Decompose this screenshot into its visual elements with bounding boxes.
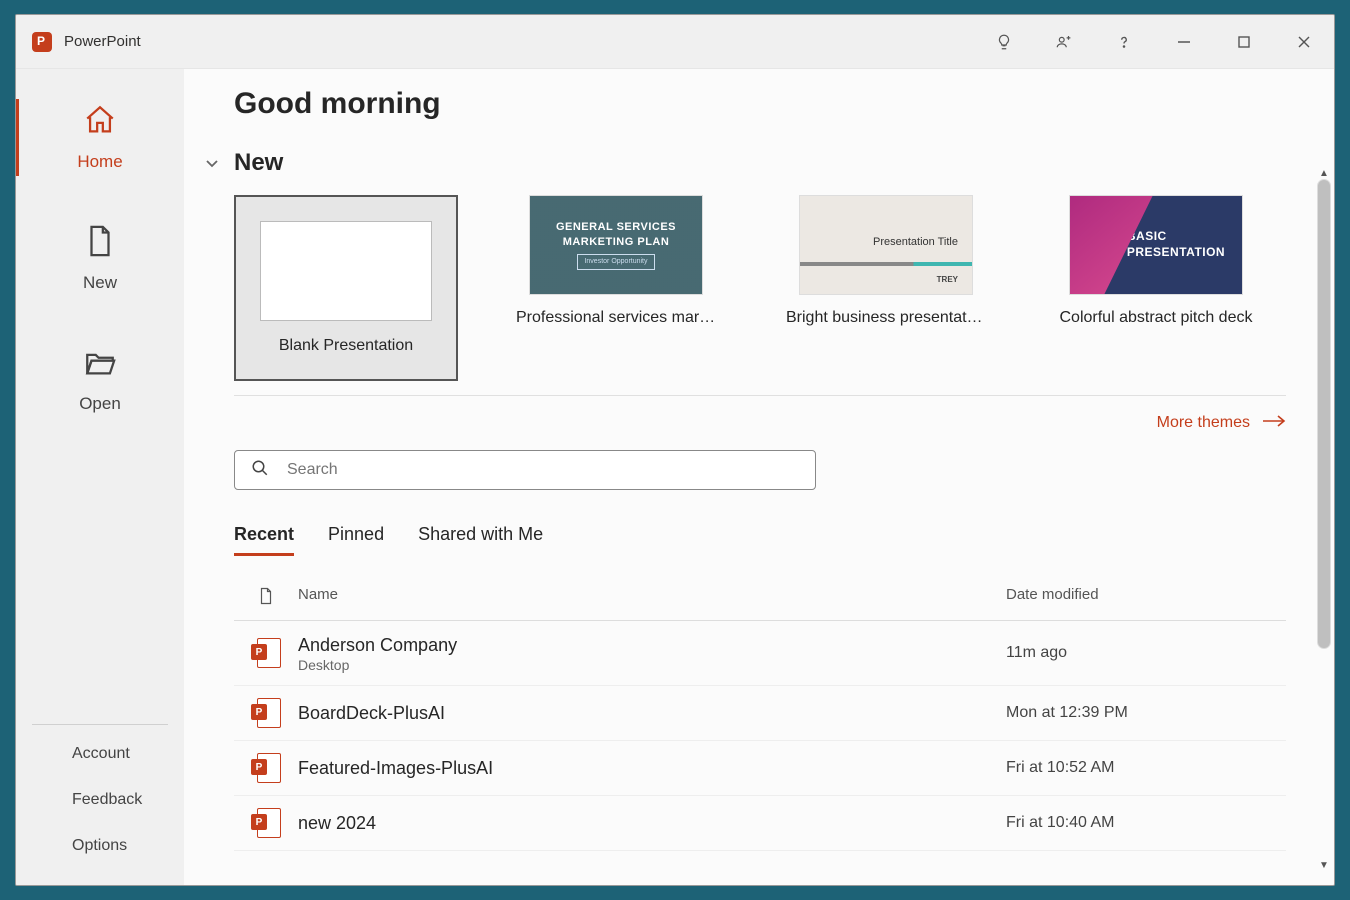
file-name: new 2024 <box>298 811 1006 835</box>
table-row[interactable]: Featured-Images-PlusAI Fri at 10:52 AM <box>234 741 1286 796</box>
file-date: Fri at 10:40 AM <box>1006 814 1286 832</box>
file-date: Fri at 10:52 AM <box>1006 759 1286 777</box>
bright-thumbnail: Presentation Title TREY <box>799 195 973 295</box>
file-name: Featured-Images-PlusAI <box>298 756 1006 780</box>
powerpoint-file-icon <box>251 698 281 728</box>
column-date[interactable]: Date modified <box>1006 586 1286 606</box>
folder-open-icon <box>83 345 117 384</box>
sidebar-item-label: Open <box>79 394 121 414</box>
scrollbar[interactable]: ▲ ▼ <box>1317 169 1331 871</box>
app-window: PowerPoint Hom <box>15 14 1335 886</box>
table-header: Name Date modified <box>234 586 1286 621</box>
greeting: Good morning <box>234 87 1286 121</box>
minimize-button[interactable] <box>1154 15 1214 69</box>
lightbulb-icon[interactable] <box>974 15 1034 69</box>
template-marketing[interactable]: GENERAL SERVICES MARKETING PLAN Investor… <box>504 195 728 381</box>
file-date: 11m ago <box>1006 644 1286 662</box>
table-row[interactable]: new 2024 Fri at 10:40 AM <box>234 796 1286 851</box>
sidebar-item-account[interactable]: Account <box>32 745 168 763</box>
template-label: Professional services marke… <box>516 309 716 327</box>
pitch-thumbnail: BASICPRESENTATION <box>1069 195 1243 295</box>
file-tabs: Recent Pinned Shared with Me <box>234 524 1286 556</box>
file-icon-header <box>234 586 298 606</box>
search-icon <box>251 459 269 482</box>
marketing-thumbnail: GENERAL SERVICES MARKETING PLAN Investor… <box>529 195 703 295</box>
table-row[interactable]: BoardDeck-PlusAI Mon at 12:39 PM <box>234 686 1286 741</box>
new-section-header[interactable]: New <box>234 149 1286 177</box>
templates-row: Blank Presentation GENERAL SERVICES MARK… <box>234 195 1286 396</box>
tab-pinned[interactable]: Pinned <box>328 524 384 556</box>
chevron-down-icon <box>204 155 220 171</box>
blank-thumbnail <box>260 221 432 321</box>
scroll-down-icon[interactable]: ▼ <box>1319 861 1329 871</box>
search-input[interactable] <box>287 461 799 479</box>
maximize-button[interactable] <box>1214 15 1274 69</box>
more-themes-link[interactable]: More themes <box>1157 414 1250 432</box>
titlebar: PowerPoint <box>16 15 1334 69</box>
sidebar-item-new[interactable]: New <box>16 224 184 293</box>
search-box[interactable] <box>234 450 816 490</box>
powerpoint-file-icon <box>251 753 281 783</box>
file-date: Mon at 12:39 PM <box>1006 704 1286 722</box>
arrow-right-icon <box>1262 414 1286 432</box>
help-icon[interactable] <box>1094 15 1154 69</box>
close-button[interactable] <box>1274 15 1334 69</box>
sidebar: Home New Open Account Feedba <box>16 69 184 885</box>
tab-recent[interactable]: Recent <box>234 524 294 556</box>
template-label: Colorful abstract pitch deck <box>1056 309 1256 327</box>
home-icon <box>83 103 117 142</box>
column-name[interactable]: Name <box>298 586 1006 606</box>
powerpoint-logo-icon <box>32 32 52 52</box>
sidebar-item-label: Home <box>77 152 122 172</box>
scroll-up-icon[interactable]: ▲ <box>1319 169 1329 179</box>
app-title: PowerPoint <box>64 33 141 50</box>
file-name: BoardDeck-PlusAI <box>298 701 1006 725</box>
sidebar-item-options[interactable]: Options <box>32 837 168 855</box>
document-icon <box>83 224 117 263</box>
tab-shared[interactable]: Shared with Me <box>418 524 543 556</box>
main-content: Good morning New Blank Presentation <box>184 69 1334 885</box>
template-label: Bright business presentation <box>786 309 986 327</box>
file-location: Desktop <box>298 657 1006 673</box>
share-people-icon[interactable] <box>1034 15 1094 69</box>
powerpoint-file-icon <box>251 808 281 838</box>
sidebar-item-home[interactable]: Home <box>16 103 184 172</box>
template-pitch[interactable]: BASICPRESENTATION Colorful abstract pitc… <box>1044 195 1268 381</box>
template-blank[interactable]: Blank Presentation <box>234 195 458 381</box>
table-row[interactable]: Anderson Company Desktop 11m ago <box>234 621 1286 686</box>
powerpoint-file-icon <box>251 638 281 668</box>
new-section-title: New <box>234 149 283 177</box>
template-label: Blank Presentation <box>246 337 446 355</box>
sidebar-item-open[interactable]: Open <box>16 345 184 414</box>
sidebar-item-feedback[interactable]: Feedback <box>32 791 168 809</box>
scrollbar-thumb[interactable] <box>1317 179 1331 649</box>
sidebar-item-label: New <box>83 273 117 293</box>
file-name: Anderson Company <box>298 633 1006 657</box>
template-bright[interactable]: Presentation Title TREY Bright business … <box>774 195 998 381</box>
